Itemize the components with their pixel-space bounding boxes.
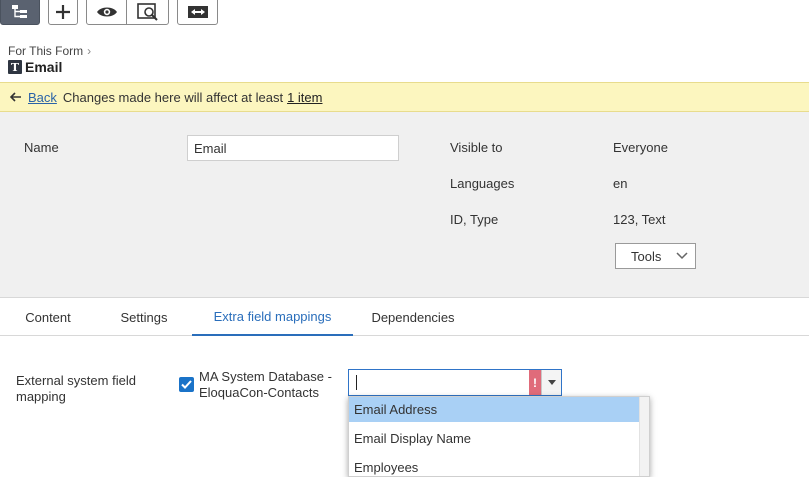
field-mapping-combobox[interactable]: !	[348, 369, 562, 396]
field-options-dropdown: Email Address Email Display Name Employe…	[348, 396, 650, 477]
dropdown-toggle-button[interactable]	[541, 370, 561, 395]
error-icon: !	[529, 370, 541, 395]
swap-button[interactable]	[177, 0, 218, 25]
tab-bar: Content Settings Extra field mappings De…	[0, 298, 809, 336]
db-mapping-checkbox[interactable]	[179, 377, 194, 392]
properties-panel: Name Email Visible to Everyone Languages…	[0, 112, 809, 298]
tree-icon	[12, 4, 27, 18]
affected-items-link[interactable]: 1 item	[287, 90, 322, 105]
tree-view-button[interactable]	[0, 0, 40, 25]
preview-icon	[136, 2, 158, 21]
chevron-down-icon	[676, 252, 688, 260]
tools-button-label: Tools	[631, 248, 662, 264]
text-caret	[356, 375, 357, 390]
option-employees[interactable]: Employees	[349, 455, 641, 476]
option-email-display-name[interactable]: Email Display Name	[349, 426, 641, 451]
eye-icon	[96, 7, 117, 16]
caret-down-icon	[547, 380, 556, 385]
page-title-text: Email	[25, 59, 63, 75]
back-arrow-icon[interactable]	[10, 92, 22, 102]
page-title: T Email	[8, 59, 62, 75]
visible-to-label: Visible to	[450, 140, 503, 155]
name-field[interactable]: Email	[187, 135, 399, 161]
view-button[interactable]	[86, 0, 127, 25]
id-type-label: ID, Type	[450, 212, 499, 227]
external-mapping-label: External system field mapping	[16, 373, 136, 404]
text-field-icon: T	[8, 60, 22, 74]
tab-extra-field-mappings[interactable]: Extra field mappings	[192, 298, 353, 336]
back-link[interactable]: Back	[28, 90, 57, 105]
option-email-address[interactable]: Email Address	[349, 397, 641, 422]
preview-button[interactable]	[126, 0, 169, 25]
breadcrumb: For This Form ›	[8, 44, 91, 58]
db-mapping-label: MA System Database - EloquaCon-Contacts	[199, 369, 332, 400]
name-label: Name	[24, 140, 59, 155]
warning-banner: Back Changes made here will affect at le…	[0, 82, 809, 112]
tab-dependencies[interactable]: Dependencies	[353, 298, 473, 336]
dropdown-scrollbar[interactable]	[639, 397, 649, 476]
tools-button[interactable]: Tools	[615, 243, 696, 269]
languages-value: en	[613, 176, 628, 191]
visible-to-value: Everyone	[613, 140, 668, 155]
plus-icon	[56, 4, 70, 19]
add-button[interactable]	[48, 0, 78, 25]
id-type-value: 123, Text	[613, 212, 666, 227]
languages-label: Languages	[450, 176, 515, 191]
swap-icon	[187, 5, 208, 18]
breadcrumb-parent[interactable]: For This Form	[8, 44, 83, 58]
tab-content[interactable]: Content	[0, 298, 96, 336]
tab-settings[interactable]: Settings	[96, 298, 192, 336]
breadcrumb-separator-icon: ›	[87, 44, 92, 58]
checkmark-icon	[181, 380, 192, 389]
banner-message: Changes made here will affect at least	[62, 89, 284, 105]
